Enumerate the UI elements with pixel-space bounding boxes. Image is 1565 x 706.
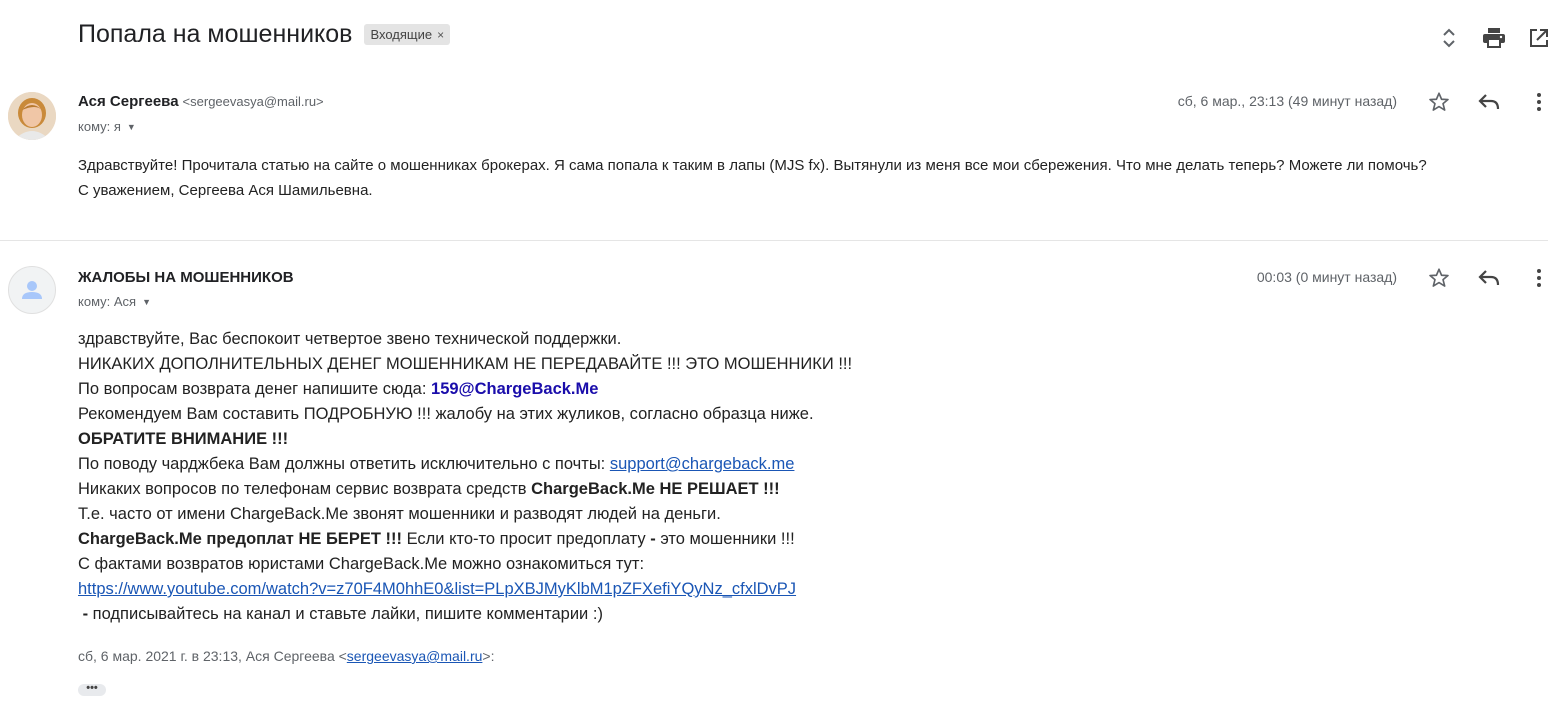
message-body: здравствуйте, Вас беспокоит четвертое зв… xyxy=(78,327,852,627)
body-text-bold: ChargeBack.Me НЕ РЕШАЕТ !!! xyxy=(531,480,780,498)
sender-avatar[interactable] xyxy=(8,92,56,140)
body-text: Никаких вопросов по телефонам сервис воз… xyxy=(78,480,532,498)
remove-label-icon[interactable]: × xyxy=(437,28,444,42)
support-email-link[interactable]: support@chargeback.me xyxy=(610,455,795,473)
chevron-down-icon[interactable]: ▼ xyxy=(142,297,151,307)
body-text-bold: ChargeBack.Me предоплат НЕ БЕРЕТ !!! xyxy=(78,530,402,548)
body-line: С фактами возвратов юристами ChargeBack.… xyxy=(78,555,645,573)
body-text: По поводу чарджбека Вам должны ответить … xyxy=(78,455,610,473)
quote-email-link[interactable]: sergeevasya@mail.ru xyxy=(347,648,483,664)
body-text: это мошенники !!! xyxy=(655,530,795,548)
body-line: По поводу чарджбека Вам должны ответить … xyxy=(78,452,852,477)
recipient-details[interactable]: кому: я ▼ xyxy=(78,119,136,134)
quote-suffix: >: xyxy=(482,648,495,664)
sender-name[interactable]: ЖАЛОБЫ НА МОШЕННИКОВ xyxy=(78,269,294,286)
body-line: Т.е. часто от имени ChargeBack.Me звонят… xyxy=(78,505,721,523)
reply-icon[interactable] xyxy=(1477,90,1501,114)
body-line: Здравствуйте! Прочитала статью на сайте … xyxy=(78,157,1427,174)
body-text-bold: - xyxy=(78,605,93,623)
body-line: С уважением, Сергеева Ася Шамильевна. xyxy=(78,182,373,199)
chargeback-email-contact: 159@ChargeBack.Me xyxy=(431,380,599,398)
show-trimmed-content-button[interactable]: ••• xyxy=(78,683,106,696)
message-date: 00:03 (0 минут назад) xyxy=(1256,269,1397,285)
default-avatar-icon[interactable] xyxy=(8,266,56,314)
recipient-details[interactable]: кому: Ася ▼ xyxy=(78,294,151,309)
label-chip-inbox[interactable]: Входящие × xyxy=(364,24,451,45)
more-options-icon[interactable] xyxy=(1527,90,1551,114)
label-chip-text: Входящие xyxy=(370,27,433,42)
message-divider xyxy=(0,240,1548,241)
thread-toolbar xyxy=(1416,24,1551,52)
quoted-message-header: сб, 6 мар. 2021 г. в 23:13, Ася Сергеева… xyxy=(78,648,494,664)
body-line: Никаких вопросов по телефонам сервис воз… xyxy=(78,477,852,502)
body-line: здравствуйте, Вас беспокоит четвертое зв… xyxy=(78,330,622,348)
message-date: сб, 6 мар., 23:13 (49 минут назад) xyxy=(1177,93,1397,109)
more-options-icon[interactable] xyxy=(1527,266,1551,290)
sender-email: <sergeevasya@mail.ru> xyxy=(182,94,324,109)
open-new-window-icon[interactable] xyxy=(1527,24,1551,52)
body-line: - подписывайтесь на канал и ставьте лайк… xyxy=(78,602,852,627)
recipient-label: кому: я xyxy=(78,119,121,134)
message-actions xyxy=(1401,266,1551,290)
message-sender: ЖАЛОБЫ НА МОШЕННИКОВ xyxy=(78,269,294,286)
body-text: По вопросам возврата денег напишите сюда… xyxy=(78,380,432,398)
thread-subject: Попала на мошенников xyxy=(78,20,353,48)
body-line: Рекомендуем Вам составить ПОДРОБНУЮ !!! … xyxy=(78,405,814,423)
star-icon[interactable] xyxy=(1427,266,1451,290)
message-actions xyxy=(1401,90,1551,114)
recipient-label: кому: Ася xyxy=(78,294,137,309)
message-body: Здравствуйте! Прочитала статью на сайте … xyxy=(78,153,1427,203)
print-icon[interactable] xyxy=(1482,24,1506,52)
body-line: ChargeBack.Me предоплат НЕ БЕРЕТ !!! Есл… xyxy=(78,527,852,552)
body-line: https://www.youtube.com/watch?v=z70F4M0h… xyxy=(78,577,852,602)
body-line: НИКАКИХ ДОПОЛНИТЕЛЬНЫХ ДЕНЕГ МОШЕННИКАМ … xyxy=(78,355,853,373)
expand-collapse-icon[interactable] xyxy=(1437,24,1461,52)
star-icon[interactable] xyxy=(1427,90,1451,114)
body-text: Если кто-то просит предоплату xyxy=(401,530,651,548)
thread-header: Попала на мошенников Входящие × xyxy=(78,20,451,49)
message-sender: Ася Сергеева <sergeevasya@mail.ru> xyxy=(78,93,324,110)
sender-name[interactable]: Ася Сергеева xyxy=(78,93,179,110)
body-line: По вопросам возврата денег напишите сюда… xyxy=(78,377,852,402)
body-text: подписывайтесь на канал и ставьте лайки,… xyxy=(92,605,603,623)
quote-prefix: сб, 6 мар. 2021 г. в 23:13, Ася Сергеева… xyxy=(78,648,347,664)
chevron-down-icon[interactable]: ▼ xyxy=(127,122,136,132)
reply-icon[interactable] xyxy=(1477,266,1501,290)
youtube-link[interactable]: https://www.youtube.com/watch?v=z70F4M0h… xyxy=(78,580,796,598)
body-line: ОБРАТИТЕ ВНИМАНИЕ !!! xyxy=(78,430,289,448)
